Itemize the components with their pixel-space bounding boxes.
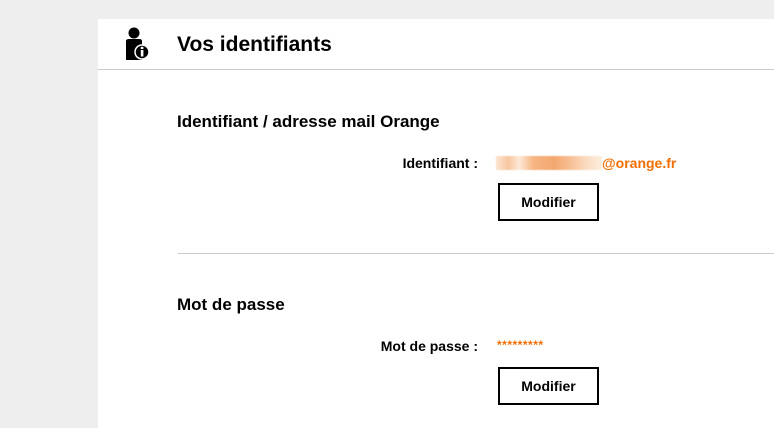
password-value: ********* (497, 338, 544, 352)
blurred-username (496, 156, 602, 170)
card-header: Vos identifiants (98, 19, 774, 70)
identifier-section-title: Identifiant / adresse mail Orange (177, 112, 440, 131)
identifier-value: @orange.fr (496, 154, 676, 172)
modify-password-button[interactable]: Modifier (498, 367, 599, 405)
identifier-domain: @orange.fr (602, 155, 677, 171)
identifier-label: Identifiant : (402, 155, 478, 171)
password-section-title: Mot de passe (177, 295, 285, 314)
modify-identifier-button[interactable]: Modifier (498, 183, 599, 221)
user-info-icon (124, 27, 150, 61)
page-title: Vos identifiants (177, 33, 332, 56)
credentials-card: Vos identifiants Identifiant / adresse m… (98, 19, 774, 428)
section-divider (178, 253, 774, 254)
password-label: Mot de passe : (380, 338, 478, 354)
